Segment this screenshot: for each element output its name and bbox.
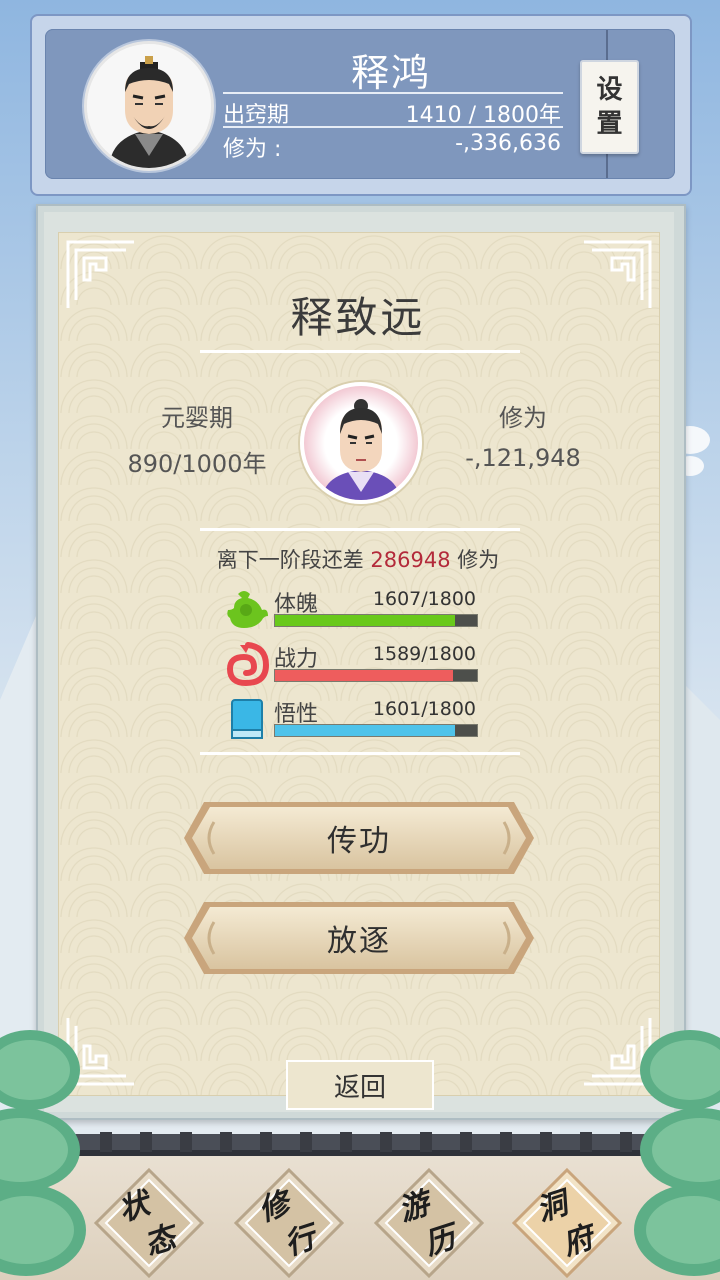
settings-button[interactable]: 设 置 [580,60,639,154]
attribute-value: 1601/1800 [372,698,476,720]
settings-label-2: 置 [596,109,623,139]
player-name: 释鸿 [350,51,431,95]
attribute-bar [274,669,478,682]
header-divider [223,92,563,94]
player-cultivation-label: 修为 : [223,137,282,162]
expel-label: 放逐 [327,924,391,959]
card-divider [200,350,520,353]
disciple-realm: 元婴期 [161,404,233,432]
next-stage-prefix: 离下一阶段还差 [216,548,364,572]
nav-cave-residence[interactable]: 洞府 [512,1168,622,1278]
roof-tiles [0,1132,720,1156]
attribute-value: 1589/1800 [372,643,476,665]
back-label: 返回 [333,1072,386,1103]
nav-cultivate[interactable]: 修行 [234,1168,344,1278]
player-avatar[interactable] [84,41,214,171]
disciple-avatar [300,382,422,504]
attribute-value: 1607/1800 [372,588,476,610]
attribute-comprehension: 悟性 1601/1800 [224,696,484,748]
nav-label-2: 府 [558,1220,598,1263]
nav-label-2: 态 [140,1220,180,1263]
player-cultivation-value: -,336,636 [455,131,561,156]
next-stage-requirement: 离下一阶段还差 286948 修为 [58,544,658,574]
nav-travel[interactable]: 游历 [374,1168,484,1278]
transmit-skill-label: 传功 [327,824,391,859]
disciple-cultivation-value: -,121,948 [465,444,581,472]
next-stage-amount: 286948 [370,548,451,572]
transmit-skill-button[interactable]: 传功 [184,802,534,874]
pine-tree-left [0,1030,86,1276]
pine-tree-right [634,1030,720,1276]
back-button[interactable]: 返回 [286,1060,434,1110]
expel-button[interactable]: 放逐 [184,902,534,974]
card-divider [200,528,520,531]
nav-label-2: 历 [420,1220,460,1263]
player-realm-label: 出窍期 [223,103,290,128]
attribute-bar-fill [275,670,454,681]
disciple-name: 释致远 [290,293,426,342]
disciple-realm-years: 890/1000年 [127,450,267,478]
player-realm-years: 1410 / 1800年 [405,103,561,128]
book-icon [231,699,263,739]
nav-status[interactable]: 状态 [94,1168,204,1278]
next-stage-suffix: 修为 [457,548,500,572]
attribute-physique: 体魄 1607/1800 [224,586,484,638]
nav-label-2: 行 [280,1220,320,1263]
attribute-bar [274,724,478,737]
physique-icon [227,591,268,628]
card-divider [200,752,520,755]
attribute-bar-fill [275,725,455,736]
attribute-bar [274,614,478,627]
disciple-cultivation-label: 修为 [499,404,547,432]
attribute-bar-fill [275,615,456,626]
header-divider [223,126,563,128]
combat-icon [226,642,270,687]
settings-label-1: 设 [596,75,623,105]
attribute-combat: 战力 1589/1800 [224,641,484,693]
